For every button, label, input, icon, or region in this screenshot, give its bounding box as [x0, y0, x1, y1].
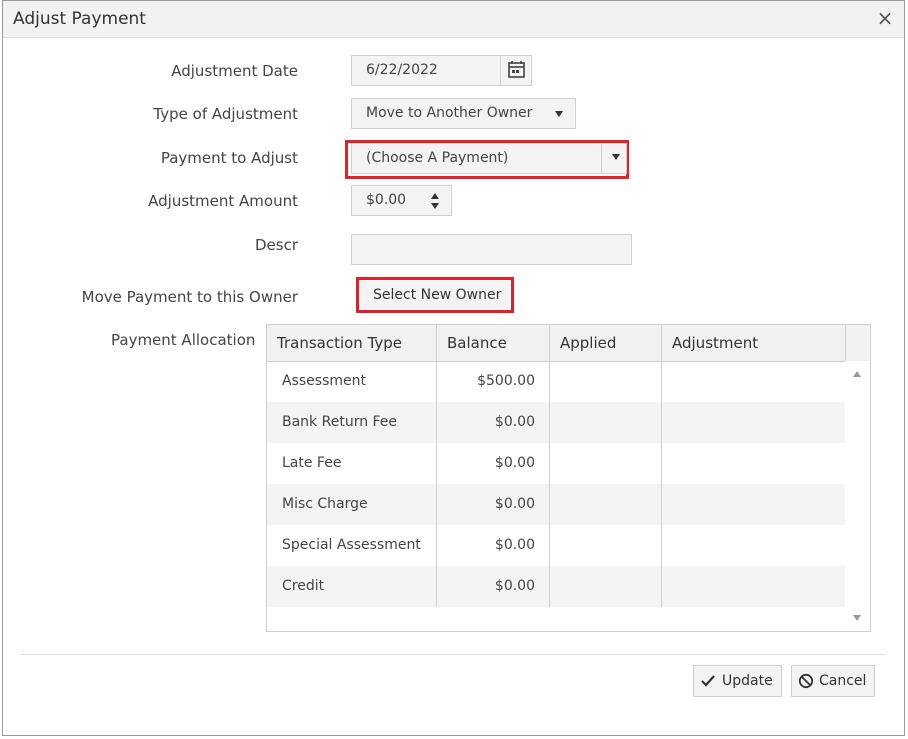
cell-adjustment[interactable] — [662, 443, 845, 484]
increment-icon[interactable] — [431, 193, 439, 199]
cell-balance: $0.00 — [437, 484, 550, 525]
column-header-adjustment[interactable]: Adjustment — [662, 325, 846, 361]
payment-to-adjust-select[interactable]: (Choose A Payment) — [351, 143, 627, 174]
cell-transaction-type: Bank Return Fee — [267, 402, 437, 443]
table-row[interactable]: Misc Charge $0.00 — [267, 484, 845, 525]
dialog-titlebar: Adjust Payment × — [3, 1, 904, 38]
cell-balance: $0.00 — [437, 443, 550, 484]
cell-transaction-type: Misc Charge — [267, 484, 437, 525]
table-row[interactable]: Credit $0.00 — [267, 566, 845, 607]
table-row[interactable]: Bank Return Fee $0.00 — [267, 402, 845, 443]
cell-applied[interactable] — [550, 525, 662, 566]
cancel-button[interactable]: Cancel — [791, 665, 875, 697]
cell-applied[interactable] — [550, 361, 662, 402]
cell-balance: $0.00 — [437, 566, 550, 607]
descr-input[interactable] — [351, 234, 632, 265]
adjustment-amount-value: $0.00 — [366, 192, 407, 208]
cell-balance: $0.00 — [437, 402, 550, 443]
payment-allocation-label: Payment Allocation — [111, 331, 256, 349]
cancel-label: Cancel — [819, 673, 867, 689]
scroll-down-icon[interactable] — [853, 615, 861, 621]
payment-to-adjust-value: (Choose A Payment) — [366, 150, 509, 166]
cell-applied[interactable] — [550, 566, 662, 607]
cell-adjustment[interactable] — [662, 402, 845, 443]
cell-adjustment[interactable] — [662, 361, 845, 402]
cell-transaction-type: Special Assessment — [267, 525, 437, 566]
payment-to-adjust-label: Payment to Adjust — [160, 149, 298, 167]
update-button[interactable]: Update — [693, 665, 782, 697]
chevron-down-icon — [612, 154, 620, 160]
column-header-balance[interactable]: Balance — [437, 325, 550, 361]
footer-divider — [21, 654, 886, 655]
column-header-applied[interactable]: Applied — [550, 325, 662, 361]
move-payment-label: Move Payment to this Owner — [81, 288, 298, 306]
column-header-transaction-type[interactable]: Transaction Type — [267, 325, 437, 361]
table-row[interactable]: Late Fee $0.00 — [267, 443, 845, 484]
select-new-owner-label: Select New Owner — [373, 287, 502, 303]
adjustment-amount-label: Adjustment Amount — [148, 192, 298, 210]
table-row[interactable]: Assessment $500.00 — [267, 361, 845, 402]
select-new-owner-button[interactable]: Select New Owner — [361, 281, 509, 309]
cell-transaction-type: Assessment — [267, 361, 437, 402]
dialog-title: Adjust Payment — [13, 9, 146, 29]
adjustment-date-label: Adjustment Date — [171, 62, 298, 80]
adjustment-date-field[interactable]: 6/22/2022 — [351, 55, 532, 86]
type-of-adjustment-value: Move to Another Owner — [366, 105, 533, 121]
select-divider — [601, 144, 602, 173]
cell-adjustment[interactable] — [662, 566, 845, 607]
cell-applied[interactable] — [550, 402, 662, 443]
cell-balance: $500.00 — [437, 361, 550, 402]
adjustment-amount-stepper[interactable]: $0.00 — [351, 185, 452, 216]
ban-icon — [798, 673, 814, 689]
grid-header: Transaction Type Balance Applied Adjustm… — [267, 325, 870, 362]
checkmark-icon — [701, 675, 715, 687]
cell-applied[interactable] — [550, 484, 662, 525]
scroll-up-icon[interactable] — [853, 371, 861, 377]
decrement-icon[interactable] — [431, 203, 439, 209]
cell-adjustment[interactable] — [662, 484, 845, 525]
cell-adjustment[interactable] — [662, 525, 845, 566]
type-of-adjustment-label: Type of Adjustment — [153, 105, 298, 123]
descr-label: Descr — [254, 236, 298, 254]
cell-applied[interactable] — [550, 443, 662, 484]
update-label: Update — [722, 673, 773, 689]
chevron-down-icon — [555, 111, 563, 117]
close-icon[interactable]: × — [874, 7, 896, 29]
grid-scrollbar[interactable] — [845, 361, 870, 631]
cell-transaction-type: Late Fee — [267, 443, 437, 484]
adjustment-date-value: 6/22/2022 — [366, 62, 438, 78]
table-row[interactable]: Special Assessment $0.00 — [267, 525, 845, 566]
cell-transaction-type: Credit — [267, 566, 437, 607]
calendar-icon[interactable] — [500, 56, 531, 85]
adjust-payment-dialog: Adjust Payment × Adjustment Date 6/22/20… — [2, 0, 905, 736]
cell-balance: $0.00 — [437, 525, 550, 566]
type-of-adjustment-select[interactable]: Move to Another Owner — [351, 98, 576, 129]
allocation-grid: Transaction Type Balance Applied Adjustm… — [266, 324, 871, 632]
